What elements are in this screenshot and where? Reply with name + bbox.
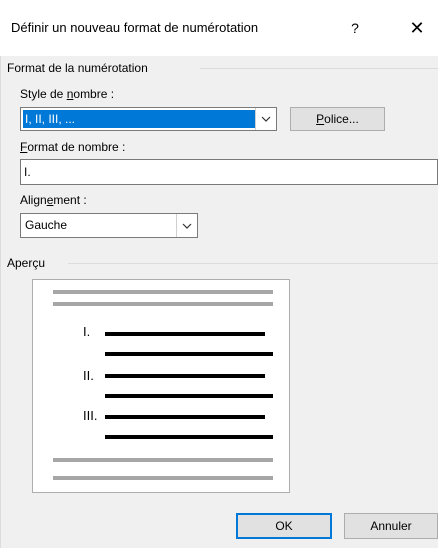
alignment-label: Alignement :	[20, 193, 87, 207]
preview-box: I. II. III.	[32, 279, 290, 493]
number-format-label: Format de nombre :	[20, 140, 126, 154]
group-divider	[200, 68, 438, 69]
preview-black-line	[105, 352, 273, 356]
chevron-down-icon[interactable]	[255, 108, 276, 130]
dialog-title: Définir un nouveau format de numérotatio…	[11, 20, 259, 35]
number-style-select[interactable]: I, II, III, ...	[20, 107, 277, 131]
alignment-value: Gauche	[25, 218, 68, 232]
preview-number-3: III.	[83, 408, 98, 423]
preview-black-line	[105, 435, 273, 439]
alignment-select[interactable]: Gauche	[20, 213, 198, 238]
window-border	[0, 56, 1, 548]
preview-number-1: I.	[83, 324, 91, 339]
preview-black-line	[105, 374, 265, 378]
numbering-format-dialog: Définir un nouveau format de numérotatio…	[0, 0, 438, 548]
preview-number-2: II.	[83, 368, 94, 383]
cancel-button[interactable]: Annuler	[344, 513, 438, 539]
preview-gray-line	[53, 290, 273, 294]
font-button[interactable]: Police...	[290, 107, 385, 131]
preview-gray-line	[53, 476, 273, 480]
preview-black-line	[105, 332, 265, 336]
preview-group-label: Aperçu	[7, 256, 50, 270]
preview-black-line	[105, 394, 273, 398]
number-style-value: I, II, III, ...	[23, 110, 256, 128]
number-style-label: Style de nombre :	[20, 87, 115, 101]
preview-gray-line	[53, 302, 273, 306]
preview-gray-line	[53, 458, 273, 462]
number-format-input[interactable]: I.	[20, 159, 438, 185]
preview-black-line	[105, 415, 265, 419]
group-divider	[68, 263, 438, 264]
help-icon[interactable]: ?	[340, 14, 370, 42]
title-bar: Définir un nouveau format de numérotatio…	[0, 0, 438, 56]
close-icon[interactable]: ✕	[400, 14, 434, 42]
ok-button[interactable]: OK	[236, 513, 332, 539]
format-group-label: Format de la numérotation	[7, 61, 152, 75]
chevron-down-icon[interactable]	[176, 214, 197, 237]
